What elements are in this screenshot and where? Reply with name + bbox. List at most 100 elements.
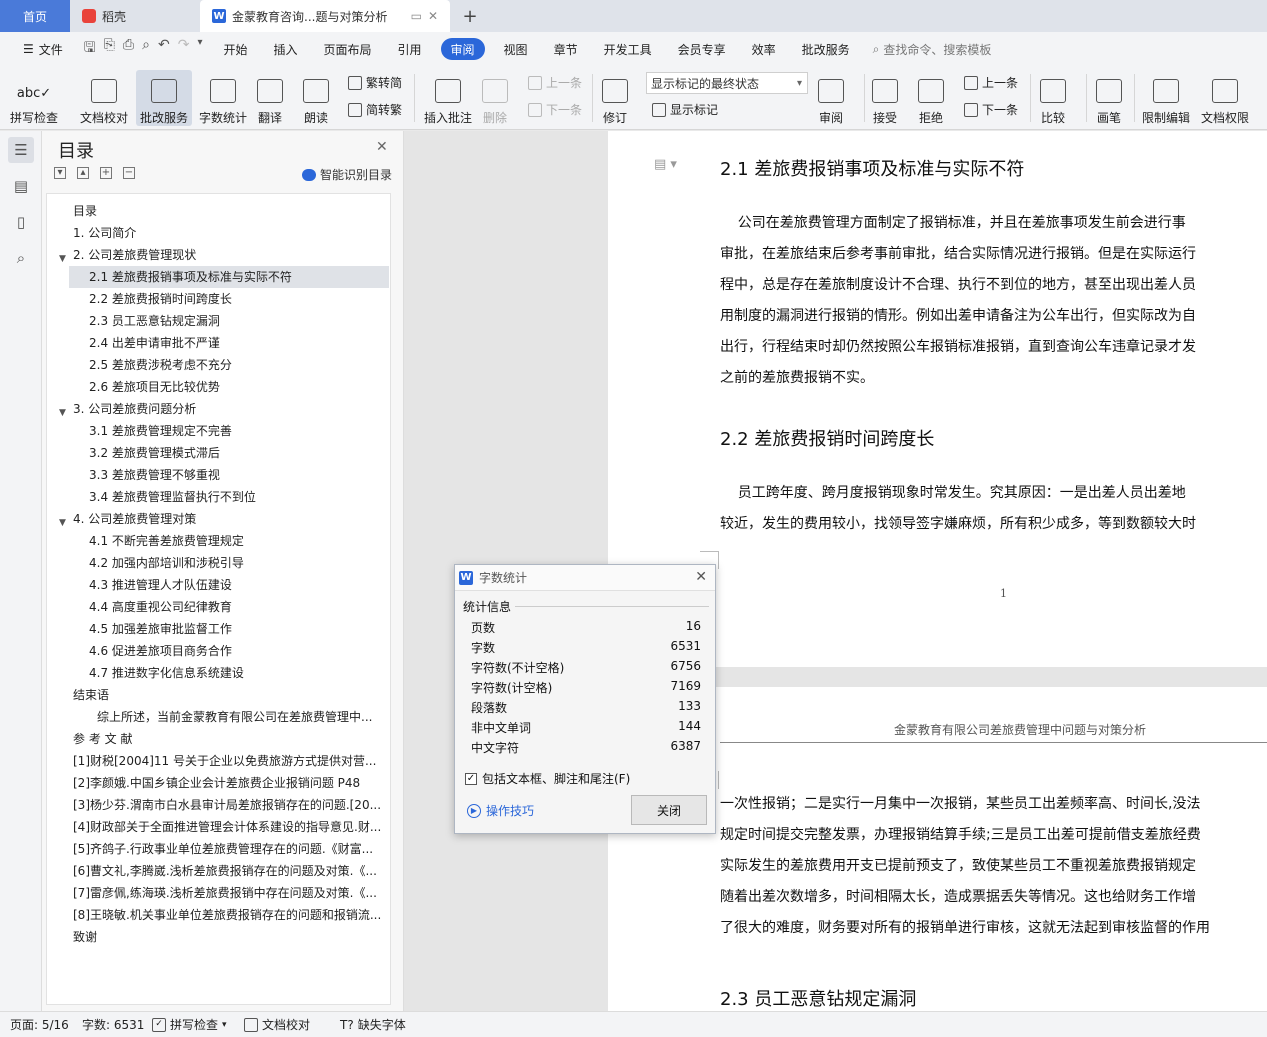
toc-item[interactable]: 2.6 差旅项目无比较优势 xyxy=(47,376,385,398)
menu-insert[interactable]: 插入 xyxy=(260,38,310,60)
toc-item[interactable]: 2.4 出差申请审批不严谨 xyxy=(47,332,385,354)
print-icon[interactable]: ⎙ xyxy=(123,37,134,61)
show-markup-button[interactable]: 显示标记 xyxy=(652,101,718,118)
toc-item[interactable]: 3. 公司差旅费问题分析 xyxy=(47,398,385,420)
toc-item[interactable]: 4. 公司差旅费管理对策 xyxy=(47,508,385,530)
toc-item[interactable]: 3.4 差旅费管理监督执行不到位 xyxy=(47,486,385,508)
bookmark-icon[interactable]: ▯ xyxy=(8,209,34,235)
toc-pane-icon[interactable]: ☰ xyxy=(8,137,34,163)
menu-review[interactable]: 审阅 xyxy=(440,38,485,60)
pen-button[interactable]: 画笔 xyxy=(1096,70,1122,126)
restrict-edit-button[interactable]: 限制编辑 xyxy=(1142,70,1190,126)
toc-item[interactable]: 2. 公司差旅费管理现状 xyxy=(47,244,385,266)
toc-item[interactable]: [6]曹文礼,李腾崴.浅析差旅费报销存在的问题及对策.《... xyxy=(47,860,385,882)
menu-view[interactable]: 视图 xyxy=(491,38,541,60)
menu-review-service[interactable]: 批改服务 xyxy=(789,38,863,60)
tab-home[interactable]: 首页 xyxy=(0,0,70,32)
smart-toc-button[interactable]: 智能识别目录 xyxy=(302,166,392,183)
translate-button[interactable]: 翻译 xyxy=(257,70,283,126)
toc-item[interactable]: [3]杨少芬.渭南市白水县审计局差旅报销存在的问题.[20... xyxy=(47,794,385,816)
redo-icon[interactable]: ↷ xyxy=(178,37,190,61)
toc-item[interactable]: 4.2 加强内部培训和涉税引导 xyxy=(47,552,385,574)
document-icon[interactable]: ▤ ▾ xyxy=(654,157,677,172)
tab-docer[interactable]: 稻壳 xyxy=(70,0,200,32)
toc-item[interactable]: 目录 xyxy=(47,200,385,222)
toc-item[interactable]: 2.3 员工恶意钻规定漏洞 xyxy=(47,310,385,332)
menu-section[interactable]: 章节 xyxy=(541,38,591,60)
toc-item[interactable]: 2.5 差旅费涉税考虑不充分 xyxy=(47,354,385,376)
menu-developer[interactable]: 开发工具 xyxy=(591,38,665,60)
word-count-indicator[interactable]: 字数: 6531 xyxy=(82,1016,144,1033)
close-button[interactable]: 关闭 xyxy=(631,795,707,825)
menu-references[interactable]: 引用 xyxy=(385,38,435,60)
toc-item[interactable]: [4]财政部关于全面推进管理会计体系建设的指导意见.财... xyxy=(47,816,385,838)
compare-button[interactable]: 比较 xyxy=(1040,70,1066,126)
expand-down-icon[interactable]: ▾ xyxy=(54,167,66,179)
file-menu[interactable]: ☰ 文件 xyxy=(10,38,76,60)
tab-document[interactable]: W 金蒙教育咨询...题与对策分析 ▭ ✕ xyxy=(200,0,450,32)
tips-link[interactable]: ▶ 操作技巧 xyxy=(467,802,534,819)
missing-font-status[interactable]: T? 缺失字体 xyxy=(340,1016,406,1033)
trad-to-simp-button[interactable]: 繁转简 xyxy=(348,74,402,91)
new-tab-button[interactable]: + xyxy=(450,0,490,32)
spell-check-status[interactable]: ✓ 拼写检查 ▾ xyxy=(152,1016,227,1033)
doc-proof-button[interactable]: 文档校对 xyxy=(80,70,128,126)
close-icon[interactable]: ✕ xyxy=(376,139,388,155)
toc-item[interactable]: [2]李颜娥.中国乡镇企业会计差旅费企业报销问题 P48 xyxy=(47,772,385,794)
track-changes-button[interactable]: 修订 xyxy=(602,70,628,126)
toc-item[interactable]: 4.1 不断完善差旅费管理规定 xyxy=(47,530,385,552)
markup-mode-select[interactable]: 显示标记的最终状态 xyxy=(646,72,808,94)
include-footnotes-checkbox[interactable]: ✓ 包括文本框、脚注和尾注(F) xyxy=(465,770,630,787)
toc-item[interactable]: 3.2 差旅费管理模式滞后 xyxy=(47,442,385,464)
doc-proof-status[interactable]: 文档校对 xyxy=(244,1016,310,1033)
print-preview-icon[interactable]: ⌕ xyxy=(142,37,150,61)
collapse-up-icon[interactable]: ▴ xyxy=(77,167,89,179)
toc-item[interactable]: [7]雷彦佩,练海瑛.浅析差旅费报销中存在问题及对策.《... xyxy=(47,882,385,904)
search-icon[interactable]: ⌕ xyxy=(8,245,34,271)
toc-item[interactable]: 4.3 推进管理人才队伍建设 xyxy=(47,574,385,596)
add-level-icon[interactable]: + xyxy=(100,167,112,179)
prev-comment-button[interactable]: 上一条 xyxy=(528,74,582,91)
toc-item[interactable]: 参 考 文 献 xyxy=(47,728,385,750)
toc-item[interactable]: [1]财税[2004]11 号关于企业以免费旅游方式提供对营... xyxy=(47,750,385,772)
remove-level-icon[interactable]: − xyxy=(123,167,135,179)
toc-item[interactable]: 2.2 差旅费报销时间跨度长 xyxy=(47,288,385,310)
toc-item[interactable]: 4.6 促进差旅项目商务合作 xyxy=(47,640,385,662)
export-pdf-icon[interactable]: ⎘ xyxy=(104,37,115,61)
reject-button[interactable]: 拒绝 xyxy=(918,70,944,126)
doc-permission-button[interactable]: 文档权限 xyxy=(1201,70,1249,126)
read-aloud-button[interactable]: 朗读 xyxy=(303,70,329,126)
close-icon[interactable]: ✕ xyxy=(428,9,438,23)
toc-item[interactable]: 4.4 高度重视公司纪律教育 xyxy=(47,596,385,618)
close-icon[interactable]: ✕ xyxy=(695,569,707,585)
spell-check-button[interactable]: abc✓ 拼写检查 xyxy=(10,70,58,126)
menu-efficiency[interactable]: 效率 xyxy=(739,38,789,60)
dialog-title-bar[interactable]: W 字数统计 xyxy=(455,565,715,591)
toc-item[interactable]: 3.3 差旅费管理不够重视 xyxy=(47,464,385,486)
toc-item[interactable]: 4.7 推进数字化信息系统建设 xyxy=(47,662,385,684)
toc-item[interactable]: 4.5 加强差旅审批监督工作 xyxy=(47,618,385,640)
chevron-down-icon[interactable]: ▾ xyxy=(197,37,202,61)
page-indicator[interactable]: 页面: 5/16 xyxy=(10,1016,69,1033)
toc-item[interactable]: 1. 公司简介 xyxy=(47,222,385,244)
accept-button[interactable]: 接受 xyxy=(872,70,898,126)
prev-change-button[interactable]: 上一条 xyxy=(964,74,1018,91)
menu-layout[interactable]: 页面布局 xyxy=(311,38,385,60)
toc-item[interactable]: 结束语 xyxy=(47,684,385,706)
next-comment-button[interactable]: 下一条 xyxy=(528,101,582,118)
menu-start[interactable]: 开始 xyxy=(210,38,260,60)
undo-icon[interactable]: ↶ xyxy=(158,37,170,61)
insert-comment-button[interactable]: 插入批注 xyxy=(424,70,472,126)
menu-member[interactable]: 会员专享 xyxy=(665,38,739,60)
toc-item[interactable]: [8]王晓敏.机关事业单位差旅费报销存在的问题和报销流... xyxy=(47,904,385,926)
toc-item[interactable]: 综上所述，当前金蒙教育有限公司在差旅费管理中... xyxy=(47,706,385,728)
tab-restore-icon[interactable]: ▭ xyxy=(411,9,422,23)
toc-item[interactable]: 致谢 xyxy=(47,926,385,948)
word-count-button[interactable]: 字数统计 xyxy=(199,70,247,126)
delete-comment-button[interactable]: 删除 xyxy=(482,70,508,126)
review-pane-button[interactable]: 审阅 xyxy=(818,70,844,126)
toc-item-selected[interactable]: 2.1 差旅费报销事项及标准与实际不符 xyxy=(69,266,389,288)
toc-item[interactable]: [5]齐鸽子.行政事业单位差旅费管理存在的问题.《财富... xyxy=(47,838,385,860)
save-icon[interactable]: 🖫 xyxy=(84,37,96,61)
toc-item[interactable]: 3.1 差旅费管理规定不完善 xyxy=(47,420,385,442)
